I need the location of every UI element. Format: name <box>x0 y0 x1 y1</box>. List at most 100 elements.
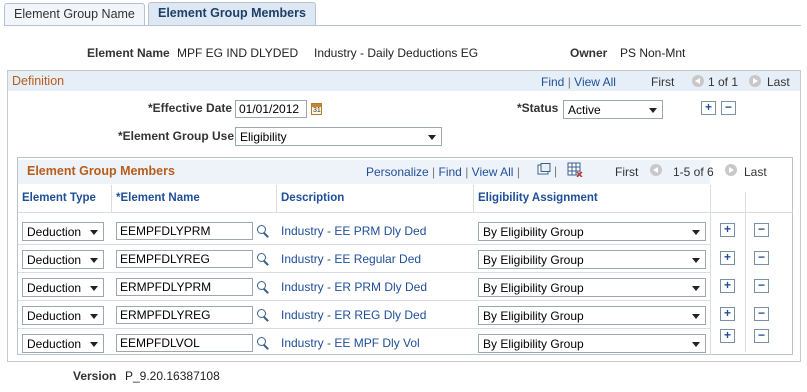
element-name-input[interactable]: EEMPFDLVOL <box>116 334 253 352</box>
nav-separator: | <box>432 165 436 179</box>
chevron-down-icon <box>90 314 98 319</box>
row-divider <box>18 328 710 329</box>
nav-separator: | <box>554 164 558 178</box>
delete-row-button[interactable]: − <box>754 223 769 237</box>
delete-row-button[interactable]: − <box>754 329 769 343</box>
element-group-use-label: *Element Group Use <box>118 129 235 143</box>
nav-separator: | <box>567 75 571 89</box>
members-title: Element Group Members <box>27 164 175 178</box>
row-divider <box>18 300 710 301</box>
chevron-down-icon <box>692 230 700 235</box>
tab-element-group-members[interactable]: Element Group Members <box>148 2 316 26</box>
delete-row-button[interactable]: − <box>754 307 769 321</box>
add-row-button[interactable]: + <box>720 307 735 321</box>
nav-separator: | <box>516 165 520 179</box>
chevron-down-icon <box>692 342 700 347</box>
delete-row-button[interactable]: − <box>754 279 769 293</box>
element-name-input[interactable]: EEMPFDLYPRM <box>116 222 253 240</box>
members-last-label: Last <box>744 165 767 179</box>
tab-element-group-name[interactable]: Element Group Name <box>4 3 145 25</box>
definition-next-icon[interactable] <box>749 75 761 87</box>
element-type-select[interactable]: Deduction <box>22 250 104 269</box>
chevron-down-icon <box>692 258 700 263</box>
calendar-icon-text: 31 <box>313 107 321 114</box>
delete-row-button[interactable]: − <box>754 251 769 265</box>
search-icon[interactable] <box>257 281 269 293</box>
owner-value: PS Non-Mnt <box>620 46 686 60</box>
element-type-value: Deduction <box>27 225 82 239</box>
calendar-icon[interactable]: 31 <box>311 103 322 115</box>
chevron-down-icon <box>428 135 436 140</box>
element-type-select[interactable]: Deduction <box>22 222 104 241</box>
definition-find-link[interactable]: Find <box>541 75 564 89</box>
chevron-down-icon <box>692 314 700 319</box>
definition-first-label: First <box>651 75 675 89</box>
header-divider <box>18 212 793 213</box>
element-name-input[interactable]: ERMPFDLYPRM <box>116 278 253 296</box>
add-row-button[interactable]: + <box>720 251 735 265</box>
members-prev-icon[interactable] <box>650 164 662 176</box>
definition-prev-icon[interactable] <box>692 75 704 87</box>
definition-range: 1 of 1 <box>708 75 739 89</box>
element-name-value: MPF EG IND DLYDED <box>177 46 299 60</box>
element-description-link[interactable]: Industry - ER REG Dly Ded <box>281 308 426 322</box>
element-type-value: Deduction <box>27 253 82 267</box>
chevron-down-icon <box>649 108 657 113</box>
effective-date-input[interactable]: 01/01/2012 <box>235 100 307 118</box>
element-name-input[interactable]: ERMPFDLYREG <box>116 306 253 324</box>
eligibility-assignment-select[interactable]: By Eligibility Group <box>478 222 706 241</box>
effective-date-label: *Effective Date <box>148 101 233 115</box>
element-name-input[interactable]: EEMPFDLYREG <box>116 250 253 268</box>
add-definition-row-button[interactable]: + <box>701 101 716 115</box>
members-personalize-link[interactable]: Personalize <box>366 165 429 179</box>
element-description-link[interactable]: Industry - EE MPF Dly Vol <box>281 336 420 350</box>
add-row-button[interactable]: + <box>720 329 735 343</box>
members-next-icon[interactable] <box>725 164 737 176</box>
search-icon[interactable] <box>257 253 269 265</box>
row-divider <box>18 272 710 273</box>
delete-definition-row-button[interactable]: − <box>721 101 736 115</box>
members-first-label: First <box>615 165 639 179</box>
eligibility-assignment-value: By Eligibility Group <box>483 225 584 239</box>
element-group-use-select[interactable]: Eligibility <box>235 127 442 146</box>
column-header-eligibility-assignment[interactable]: Eligibility Assignment <box>474 185 710 213</box>
status-select[interactable]: Active <box>563 100 663 119</box>
definition-last-label: Last <box>767 75 790 89</box>
eligibility-assignment-select[interactable]: By Eligibility Group <box>478 250 706 269</box>
element-type-select[interactable]: Deduction <box>22 334 104 353</box>
chevron-down-icon <box>90 258 98 263</box>
search-icon[interactable] <box>257 337 269 349</box>
element-description-link[interactable]: Industry - EE PRM Dly Ded <box>281 224 426 238</box>
download-excel-icon[interactable] <box>567 162 583 177</box>
element-description-link[interactable]: Industry - EE Regular Ded <box>281 252 421 266</box>
search-icon[interactable] <box>257 225 269 237</box>
add-row-button[interactable]: + <box>720 223 735 237</box>
element-type-value: Deduction <box>27 337 82 351</box>
column-header-element-type[interactable]: Element Type <box>18 185 112 213</box>
members-range: 1-5 of 6 <box>673 165 714 179</box>
definition-nav: Find | View All <box>541 75 616 89</box>
definition-view-all-link[interactable]: View All <box>574 75 616 89</box>
element-type-select[interactable]: Deduction <box>22 278 104 297</box>
add-row-button[interactable]: + <box>720 279 735 293</box>
element-type-select[interactable]: Deduction <box>22 306 104 325</box>
definition-title: Definition <box>12 74 65 88</box>
element-description-link[interactable]: Industry - ER PRM Dly Ded <box>281 280 427 294</box>
column-header-element-name[interactable]: *Element Name <box>112 185 277 213</box>
eligibility-assignment-select[interactable]: By Eligibility Group <box>478 278 706 297</box>
search-icon[interactable] <box>257 309 269 321</box>
element-group-use-value: Eligibility <box>240 130 287 144</box>
zoom-grid-icon[interactable] <box>537 163 551 176</box>
status-label: *Status <box>517 101 559 115</box>
eligibility-assignment-value: By Eligibility Group <box>483 337 584 351</box>
row-divider <box>18 244 710 245</box>
column-header-description[interactable]: Description <box>277 185 474 213</box>
members-find-link[interactable]: Find <box>439 165 462 179</box>
members-nav: Personalize | Find | View All | <box>366 165 520 179</box>
version-value: P_9.20.16387108 <box>125 369 220 383</box>
eligibility-assignment-select[interactable]: By Eligibility Group <box>478 306 706 325</box>
eligibility-assignment-value: By Eligibility Group <box>483 281 584 295</box>
eligibility-assignment-select[interactable]: By Eligibility Group <box>478 334 706 353</box>
members-view-all-link[interactable]: View All <box>472 165 514 179</box>
definition-header-bar <box>8 71 800 91</box>
